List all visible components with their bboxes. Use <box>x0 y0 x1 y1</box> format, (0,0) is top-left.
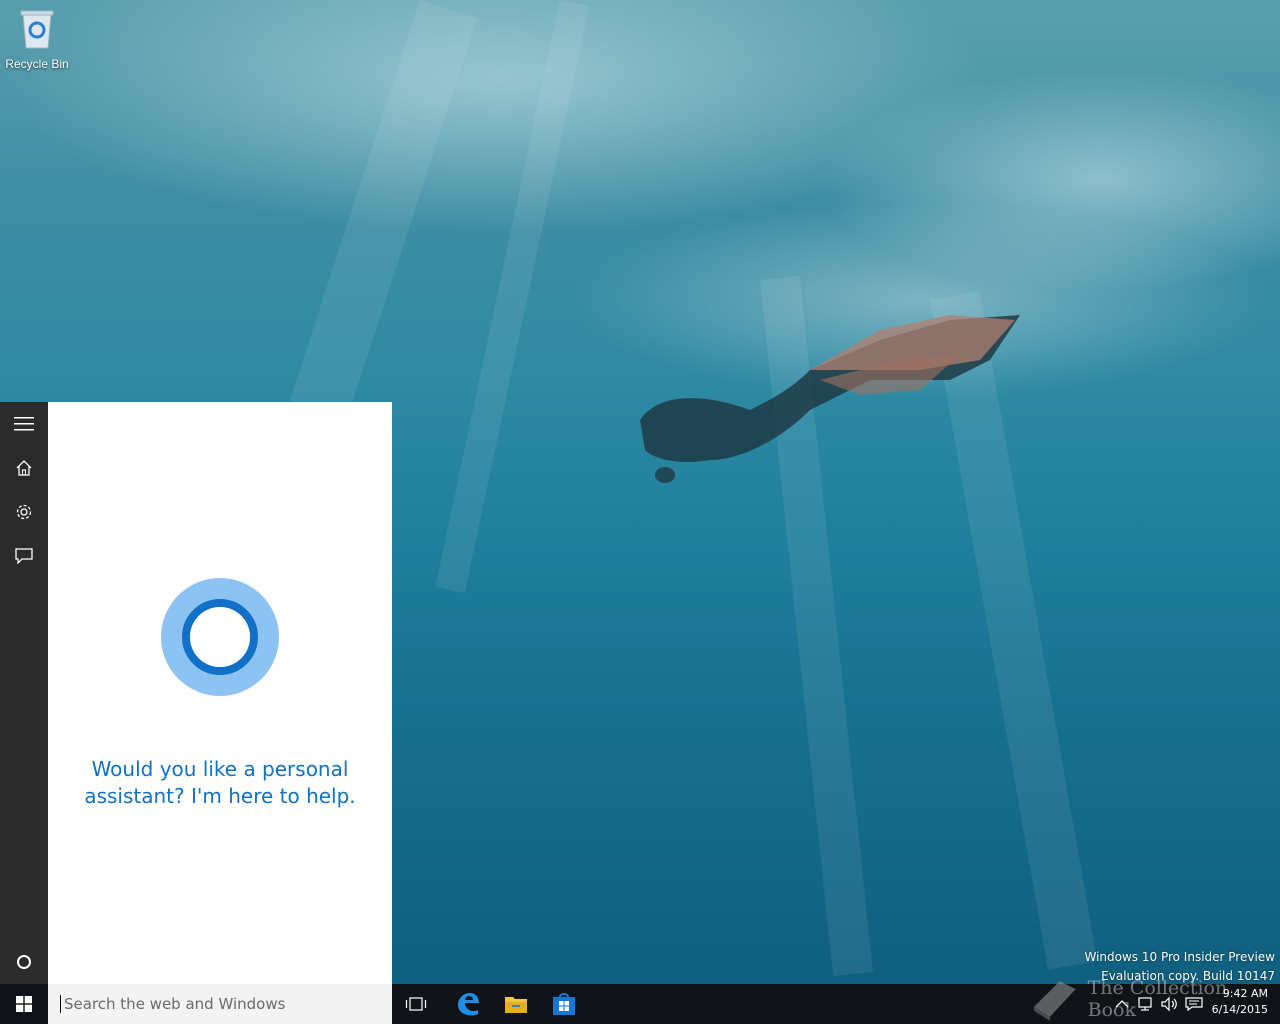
recycle-bin-label: Recycle Bin <box>5 57 69 71</box>
hamburger-menu-button[interactable] <box>0 402 48 446</box>
start-button[interactable] <box>0 984 48 1024</box>
diver-figure <box>640 315 1020 483</box>
text-caret <box>60 995 61 1013</box>
clock-date: 6/14/2015 <box>1211 1003 1268 1016</box>
task-view-button[interactable] <box>400 984 432 1024</box>
network-icon[interactable] <box>1136 996 1156 1012</box>
store-icon <box>553 993 575 1015</box>
book-icon <box>1033 981 1076 1021</box>
recycle-bin[interactable]: Recycle Bin <box>4 6 70 71</box>
task-view-icon <box>405 997 427 1011</box>
cortana-rail <box>0 402 48 984</box>
hamburger-icon <box>14 417 34 431</box>
watermark-line-1: Windows 10 Pro Insider Preview <box>1084 950 1275 964</box>
cortana-pane: Would you like a personal assistant? I'm… <box>48 402 392 984</box>
store-button[interactable] <box>544 984 584 1024</box>
cortana-button[interactable] <box>0 940 48 984</box>
cortana-message: Would you like a personal assistant? I'm… <box>84 757 356 808</box>
system-tray <box>1112 984 1204 1024</box>
home-icon <box>16 460 32 476</box>
home-button[interactable] <box>0 446 48 490</box>
taskbar-clock[interactable]: 9:42 AM 6/14/2015 <box>1212 986 1268 1018</box>
edge-button[interactable] <box>448 984 488 1024</box>
search-input[interactable] <box>62 994 386 1014</box>
windows-logo-icon <box>16 996 32 1012</box>
feedback-icon <box>15 548 33 564</box>
gear-icon <box>16 504 32 520</box>
cortana-circle-icon <box>17 955 31 969</box>
edge-icon <box>458 993 479 1016</box>
clock-time: 9:42 AM <box>1222 987 1268 1000</box>
recycle-bin-icon <box>20 10 54 49</box>
search-box[interactable] <box>48 984 392 1024</box>
cortana-logo-icon <box>161 578 279 696</box>
action-center-icon[interactable] <box>1184 996 1204 1012</box>
feedback-button[interactable] <box>0 534 48 578</box>
chevron-up-icon[interactable] <box>1112 996 1132 1012</box>
settings-button[interactable] <box>0 490 48 534</box>
file-explorer-button[interactable] <box>496 984 536 1024</box>
folder-icon <box>505 997 527 1013</box>
volume-icon[interactable] <box>1160 996 1180 1012</box>
